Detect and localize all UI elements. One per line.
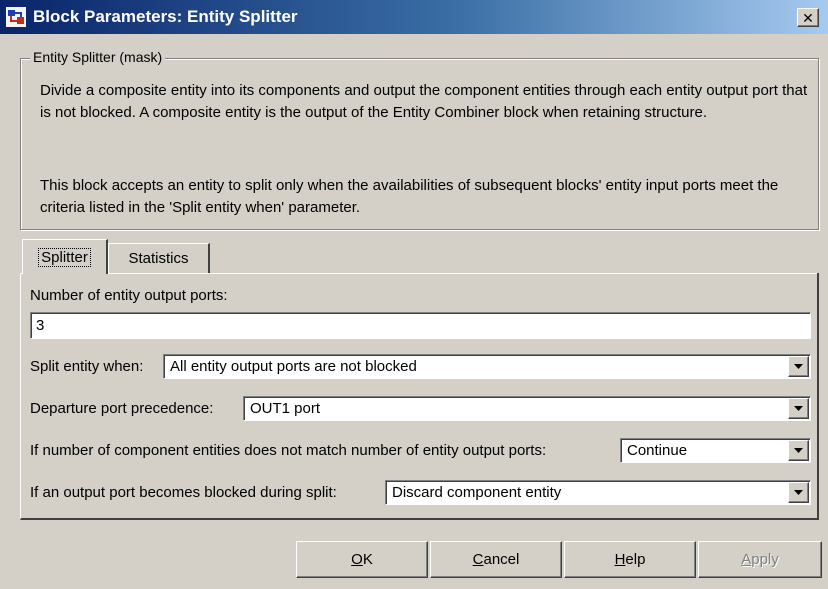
- departure-value: OUT1 port: [250, 400, 321, 417]
- apply-button[interactable]: Apply: [698, 541, 822, 578]
- departure-label: Departure port precedence:: [30, 400, 214, 417]
- split-when-dropdown-button[interactable]: [788, 356, 809, 377]
- blocked-select[interactable]: Discard component entity: [385, 480, 811, 505]
- chevron-down-icon: [794, 364, 803, 369]
- mismatch-value: Continue: [627, 442, 688, 459]
- close-button[interactable]: ✕: [797, 8, 819, 27]
- tab-splitter-label: Splitter: [38, 247, 91, 267]
- chevron-down-icon: [794, 490, 803, 495]
- num-ports-label: Number of entity output ports:: [30, 287, 228, 304]
- simulink-app-icon: [6, 7, 26, 27]
- mismatch-dropdown-button[interactable]: [788, 440, 809, 461]
- split-when-value: All entity output ports are not blocked: [170, 358, 417, 375]
- ok-button[interactable]: OK: [296, 541, 428, 578]
- num-ports-input[interactable]: [30, 312, 811, 339]
- apply-button-label: Apply: [741, 551, 779, 568]
- mask-group-title: Entity Splitter (mask): [30, 49, 166, 65]
- tab-statistics-label: Statistics: [128, 250, 189, 267]
- close-icon: ✕: [802, 9, 814, 26]
- cancel-button-label: Cancel: [472, 551, 520, 568]
- help-button-label: Help: [614, 551, 646, 568]
- chevron-down-icon: [794, 448, 803, 453]
- tab-splitter[interactable]: Splitter: [22, 239, 108, 274]
- mismatch-select[interactable]: Continue: [620, 438, 811, 463]
- tab-statistics[interactable]: Statistics: [108, 243, 210, 273]
- ok-button-label: OK: [351, 551, 373, 568]
- title-bar: Block Parameters: Entity Splitter ✕: [0, 0, 828, 34]
- departure-select[interactable]: OUT1 port: [243, 396, 811, 421]
- blocked-dropdown-button[interactable]: [788, 482, 809, 503]
- help-button[interactable]: Help: [564, 541, 696, 578]
- blocked-label: If an output port becomes blocked during…: [30, 484, 337, 501]
- chevron-down-icon: [794, 406, 803, 411]
- split-when-label: Split entity when:: [30, 358, 144, 375]
- window-title: Block Parameters: Entity Splitter: [33, 7, 298, 26]
- departure-dropdown-button[interactable]: [788, 398, 809, 419]
- mask-description-2: This block accepts an entity to split on…: [40, 177, 779, 216]
- mask-description-1: Divide a composite entity into its compo…: [40, 82, 808, 121]
- mismatch-label: If number of component entities does not…: [30, 442, 547, 459]
- blocked-value: Discard component entity: [392, 484, 562, 501]
- split-when-select[interactable]: All entity output ports are not blocked: [163, 354, 811, 379]
- cancel-button[interactable]: Cancel: [430, 541, 562, 578]
